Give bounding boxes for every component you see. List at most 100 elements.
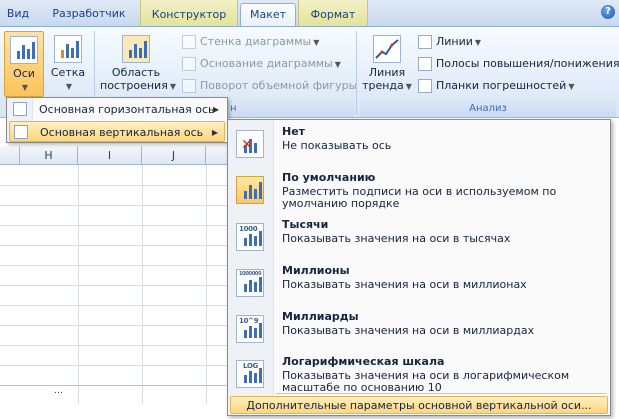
chevron-down-icon: ▼ [334, 60, 341, 69]
millions-axis-icon: 1000000 [236, 269, 264, 297]
chevron-down-icon: ▼ [568, 82, 575, 91]
3d-rotation-label: Поворот объемной фигуры [200, 79, 358, 92]
trendline-button[interactable]: Линия тренда ▼ [362, 35, 412, 97]
option-title: По умолчанию [282, 171, 376, 184]
option-billions[interactable]: 10^9 Миллиарды Показывать значения на ос… [230, 307, 608, 353]
chevron-down-icon: ▼ [405, 82, 412, 91]
chart-floor-label: Основание диаграммы [200, 57, 333, 70]
lines-button[interactable]: Линии ▼ [416, 33, 481, 51]
tab-layout[interactable]: Макет [240, 3, 296, 26]
menu-item-label: Основная вертикальная ось [40, 126, 204, 139]
chevron-down-icon: ▼ [313, 38, 320, 47]
group-separator [356, 31, 357, 115]
chart-wall-label: Стенка диаграммы [200, 35, 312, 48]
axes-button[interactable]: Оси ▼ [4, 31, 44, 97]
grid-line [0, 365, 230, 366]
trendline-label-2: тренда [362, 79, 404, 92]
chevron-down-icon: ▼ [65, 82, 73, 91]
lines-label: Линии [436, 35, 473, 48]
gridlines-icon [54, 35, 82, 63]
vertical-axis-icon [14, 125, 28, 139]
option-default[interactable]: По умолчанию Разместить подписи на оси в… [230, 168, 608, 214]
chart-wall-button[interactable]: Стенка диаграммы ▼ [180, 33, 319, 51]
scrollbar-grip-icon[interactable]: … [54, 387, 68, 396]
option-title: Миллиарды [282, 310, 359, 323]
menu-item-label: Основная горизонтальная ось [39, 103, 215, 116]
updown-bars-label: Полосы повышения/понижения [436, 57, 619, 70]
default-axis-icon [236, 176, 264, 204]
tab-format[interactable]: Формат [298, 0, 368, 26]
tab-developer[interactable]: Разработчик [44, 3, 134, 26]
option-description: Показывать значения на оси в логарифмиче… [282, 369, 570, 394]
grid-line [0, 185, 230, 186]
trendline-icon [373, 35, 401, 63]
axes-menu: Основная горизонтальная ось ▶ Основная в… [6, 97, 228, 143]
axes-icon [10, 36, 38, 64]
ribbon-tab-bar: Вид Разработчик Конструктор Макет Формат… [0, 0, 619, 26]
option-title: Логарифмическая шкала [282, 355, 445, 368]
option-title: Тысячи [282, 218, 329, 231]
no-axis-icon: ✕ [236, 130, 264, 158]
grid-line [0, 345, 230, 346]
help-icon[interactable]: ? [601, 5, 615, 19]
gridlines-button[interactable]: Сетка ▼ [48, 35, 88, 97]
menu-item-vertical-axis[interactable]: Основная вертикальная ось ▶ [9, 121, 225, 142]
option-title: Миллионы [282, 264, 350, 277]
plot-area-label-2: построения [100, 79, 168, 92]
option-description: Разместить подписи на оси в используемом… [282, 185, 557, 210]
tab-view[interactable]: Вид [0, 3, 36, 26]
chart-floor-icon [182, 57, 196, 71]
option-thousands[interactable]: 1000 Тысячи Показывать значения на оси в… [230, 215, 608, 261]
corner-header[interactable] [0, 146, 20, 165]
option-millions[interactable]: 1000000 Миллионы Показывать значения на … [230, 261, 608, 307]
column-header-i[interactable]: I [78, 146, 142, 165]
trendline-label-1: Линия [368, 66, 406, 79]
chart-wall-icon [182, 35, 196, 49]
tab-design[interactable]: Конструктор [140, 0, 238, 26]
grid-line [0, 245, 230, 246]
menu-separator [276, 393, 606, 394]
error-bars-button[interactable]: Планки погрешностей ▼ [416, 77, 575, 95]
submenu-arrow-icon: ▶ [211, 128, 218, 137]
option-description: Показывать значения на оси в миллионах [282, 278, 527, 291]
option-description: Показывать значения на оси в тысячах [282, 232, 511, 245]
3d-rotation-button[interactable]: Поворот объемной фигуры [180, 77, 357, 95]
chevron-down-icon: ▼ [169, 82, 176, 91]
updown-bars-icon [418, 57, 432, 71]
lines-icon [418, 35, 432, 49]
log-axis-icon: LOG [236, 360, 264, 388]
column-header-j[interactable]: J [142, 146, 206, 165]
grid-line [0, 285, 230, 286]
plot-area-button[interactable]: Область построения ▼ [100, 35, 176, 97]
thousands-axis-icon: 1000 [236, 223, 264, 251]
vertical-axis-submenu: ✕ Нет Не показывать ось По умолчанию Раз… [227, 119, 611, 416]
submenu-arrow-icon: ▶ [212, 105, 219, 114]
chevron-down-icon: ▼ [21, 83, 29, 92]
analysis-group-label: Анализ [360, 101, 616, 117]
grid-line [0, 325, 230, 326]
option-description: Не показывать ось [282, 139, 392, 152]
option-description: Показывать значения на оси в миллиардах [282, 324, 535, 337]
option-logarithmic[interactable]: LOG Логарифмическая шкала Показывать зна… [230, 352, 608, 398]
updown-bars-button[interactable]: Полосы повышения/понижения▼ [416, 55, 619, 73]
grid-line [0, 265, 230, 266]
grid-line [0, 225, 230, 226]
error-bars-icon [418, 79, 432, 93]
horizontal-axis-icon [13, 102, 27, 116]
grid-line [0, 205, 230, 206]
grid-line [0, 305, 230, 306]
plot-area-label-1: Область [111, 66, 161, 79]
option-none[interactable]: ✕ Нет Не показывать ось [230, 122, 608, 168]
plot-area-icon [122, 35, 150, 63]
chevron-down-icon: ▼ [474, 38, 482, 47]
3d-rotation-icon [182, 79, 196, 93]
billions-axis-icon: 10^9 [236, 315, 264, 343]
error-bars-label: Планки погрешностей [436, 79, 567, 92]
menu-item-horizontal-axis[interactable]: Основная горизонтальная ось ▶ [9, 99, 225, 120]
grid-line [0, 385, 230, 386]
more-vertical-axis-options[interactable]: Дополнительные параметры основной вертик… [230, 396, 608, 414]
gridlines-label: Сетка [50, 66, 86, 79]
column-header-h[interactable]: H [20, 146, 78, 165]
chart-floor-button[interactable]: Основание диаграммы ▼ [180, 55, 341, 73]
axes-label: Оси [13, 67, 35, 80]
